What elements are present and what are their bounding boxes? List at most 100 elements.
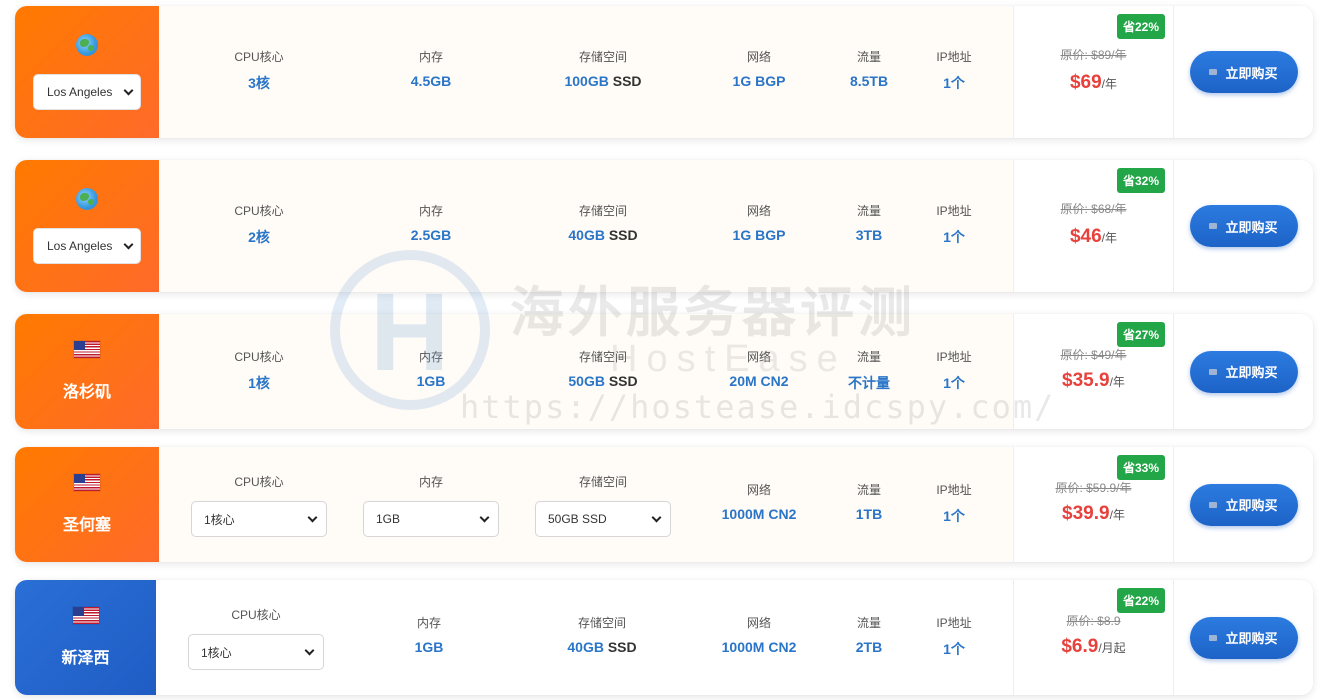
buy-now-button[interactable]: 立即购买 xyxy=(1189,205,1298,247)
spec-value: 1个 xyxy=(943,75,965,91)
spec-label: IP地址 xyxy=(936,204,972,218)
price-panel: 省22% 原价: $89/年 $69/年 xyxy=(1013,6,1173,138)
spec-cpu: CPU核心 1核心 xyxy=(191,473,327,537)
storage-select[interactable]: 50GB SSD xyxy=(535,501,671,537)
spec-value: 2TB xyxy=(855,639,883,655)
buy-now-button[interactable]: 立即购买 xyxy=(1189,616,1298,659)
chevron-down-icon xyxy=(304,645,315,655)
location-select[interactable]: Los Angeles xyxy=(33,228,141,264)
globe-icon xyxy=(76,188,98,210)
spec-cpu: CPU核心 1核 xyxy=(234,348,283,393)
cpu-select-value: 1核心 xyxy=(201,645,232,660)
spec-value: 20M CN2 xyxy=(729,373,789,389)
spec-value: 3TB xyxy=(855,227,883,243)
spec-network: 网络 1G BGP xyxy=(733,48,786,89)
buy-now-button[interactable]: 立即购买 xyxy=(1189,483,1298,526)
location-select[interactable]: Los Angeles xyxy=(33,74,141,110)
cart-icon xyxy=(1209,69,1218,75)
original-price: 原价: $59.9/年 xyxy=(1055,481,1132,495)
spec-traffic: 流量 1TB xyxy=(856,481,882,522)
cpu-select[interactable]: 1核心 xyxy=(188,634,324,670)
spec-label: CPU核心 xyxy=(234,50,284,64)
spec-panel: CPU核心 1核心 内存 1GB 存储空间 50GB SSD 网络 1000M … xyxy=(159,447,1013,562)
spec-panel: CPU核心 1核 内存 1GB 存储空间 50GB SSD 网络 20M CN2… xyxy=(159,314,1013,429)
original-price: 原价: $8.9 xyxy=(1066,614,1121,628)
spec-value: 40GB SSD xyxy=(568,227,637,243)
spec-label: CPU核心 xyxy=(231,608,281,622)
price-unit: /年 xyxy=(1101,231,1118,245)
globe-icon xyxy=(76,34,98,56)
chevron-down-icon xyxy=(123,85,134,95)
storage-select-value: 50GB SSD xyxy=(548,512,607,526)
memory-select[interactable]: 1GB xyxy=(363,501,499,537)
spec-label: 存储空间 xyxy=(578,204,628,218)
spec-traffic: 流量 2TB xyxy=(856,614,882,655)
spec-ip: IP地址 1个 xyxy=(936,614,971,659)
current-price: $46/年 xyxy=(1014,226,1173,248)
plan-card: Los Angeles CPU核心 3核 内存 4.5GB 存储空间 100GB… xyxy=(15,6,1313,138)
buy-now-label: 立即购买 xyxy=(1225,365,1278,380)
spec-label: 流量 xyxy=(856,483,882,497)
storage-size: 40GB xyxy=(568,227,605,243)
spec-value: 1G BGP xyxy=(732,227,786,243)
buy-now-button[interactable]: 立即购买 xyxy=(1189,350,1298,393)
buy-now-button[interactable]: 立即购买 xyxy=(1189,51,1298,93)
spec-storage: 存储空间 50GB SSD xyxy=(535,473,671,537)
buy-now-label: 立即购买 xyxy=(1225,65,1278,81)
spec-value: 1TB xyxy=(855,506,883,522)
current-price: $39.9/年 xyxy=(1014,503,1173,525)
spec-label: IP地址 xyxy=(936,50,972,64)
price-panel: 省27% 原价: $49/年 $35.9/年 xyxy=(1013,314,1173,429)
spec-label: 流量 xyxy=(856,350,881,364)
spec-memory: 内存 1GB xyxy=(415,614,444,655)
cart-icon xyxy=(1209,368,1218,375)
price-unit: /年 xyxy=(1109,508,1125,522)
spec-label: 内存 xyxy=(418,475,443,489)
cart-icon xyxy=(1209,501,1218,508)
spec-label: IP地址 xyxy=(936,483,972,497)
spec-label: 存储空间 xyxy=(578,350,628,364)
buy-panel: 立即购买 xyxy=(1173,447,1313,562)
spec-label: 流量 xyxy=(856,50,881,64)
spec-value: 1核 xyxy=(248,375,270,391)
spec-panel: CPU核心 1核心 内存 1GB 存储空间 40GB SSD 网络 1000M … xyxy=(156,580,1013,695)
plan-card: Los Angeles CPU核心 2核 内存 2.5GB 存储空间 40GB … xyxy=(15,160,1313,292)
spec-value: 1个 xyxy=(943,229,965,245)
current-price: $6.9/月起 xyxy=(1014,636,1173,658)
spec-cpu: CPU核心 2核 xyxy=(234,202,283,247)
spec-ip: IP地址 1个 xyxy=(936,202,971,247)
chevron-down-icon xyxy=(479,512,490,522)
discount-badge: 省22% xyxy=(1116,588,1165,613)
spec-value: 40GB SSD xyxy=(567,639,636,655)
spec-value: 1个 xyxy=(943,375,965,391)
region-panel: Los Angeles xyxy=(15,160,159,292)
chevron-down-icon xyxy=(651,512,662,522)
spec-traffic: 流量 8.5TB xyxy=(850,48,888,89)
price-unit: /月起 xyxy=(1098,641,1126,655)
discount-badge: 省22% xyxy=(1116,14,1165,39)
spec-network: 网络 1G BGP xyxy=(733,202,786,243)
storage-size: 40GB xyxy=(567,639,604,655)
spec-label: 网络 xyxy=(746,616,772,630)
chevron-down-icon xyxy=(123,239,134,249)
spec-label: 内存 xyxy=(418,204,443,218)
storage-type: SSD xyxy=(612,73,642,89)
cpu-select[interactable]: 1核心 xyxy=(191,501,327,537)
us-flag-icon xyxy=(72,607,99,624)
spec-value: 4.5GB xyxy=(410,73,452,89)
price-panel: 省33% 原价: $59.9/年 $39.9/年 xyxy=(1013,447,1173,562)
spec-value: 8.5TB xyxy=(849,73,889,89)
spec-label: 网络 xyxy=(746,350,772,364)
spec-value: 1个 xyxy=(943,508,965,524)
spec-label: 内存 xyxy=(418,50,443,64)
region-panel: 圣何塞 xyxy=(15,447,159,562)
buy-now-label: 立即购买 xyxy=(1225,498,1278,513)
spec-ip: IP地址 1个 xyxy=(936,481,971,526)
memory-select-value: 1GB xyxy=(376,512,401,526)
price-unit: /年 xyxy=(1101,77,1118,91)
cpu-select-value: 1核心 xyxy=(204,512,235,527)
spec-panel: CPU核心 3核 内存 4.5GB 存储空间 100GB SSD 网络 1G B… xyxy=(159,6,1013,138)
spec-label: 内存 xyxy=(416,616,442,630)
spec-value: 1个 xyxy=(943,641,965,657)
spec-label: 流量 xyxy=(856,204,882,218)
